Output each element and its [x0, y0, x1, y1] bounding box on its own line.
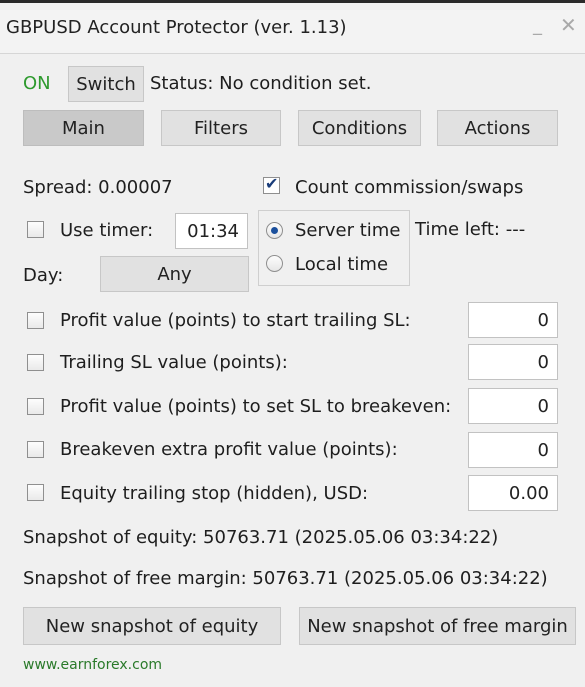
use-timer-checkbox[interactable]: [27, 221, 44, 238]
checkbox-box: [28, 442, 43, 457]
checkbox-box: [28, 355, 43, 370]
title-bar[interactable]: GBPUSD Account Protector (ver. 1.13) _ ✕: [0, 3, 585, 54]
equity-trailing-label: Equity trailing stop (hidden), USD:: [60, 483, 369, 504]
local-time-radio[interactable]: [266, 255, 283, 272]
switch-button[interactable]: Switch: [68, 66, 144, 102]
window-title: GBPUSD Account Protector (ver. 1.13): [6, 17, 347, 38]
tab-filters[interactable]: Filters: [161, 110, 281, 146]
checkbox-box: [28, 313, 43, 328]
breakeven-extra-label: Breakeven extra profit value (points):: [60, 439, 398, 460]
day-label: Day:: [23, 265, 64, 286]
checkbox-box: [28, 222, 43, 237]
trailing-sl-label: Trailing SL value (points):: [60, 352, 288, 373]
trailing-sl-input[interactable]: 0: [468, 344, 558, 380]
use-timer-label: Use timer:: [60, 220, 154, 241]
new-snapshot-equity-button[interactable]: New snapshot of equity: [23, 607, 281, 645]
day-selector-button[interactable]: Any: [100, 256, 249, 292]
tab-conditions[interactable]: Conditions: [298, 110, 421, 146]
timer-input[interactable]: 01:34: [175, 213, 248, 249]
radio-selected-dot: [271, 227, 278, 234]
close-icon[interactable]: ✕: [560, 13, 577, 37]
status-on-label: ON: [23, 73, 51, 94]
minimize-icon[interactable]: _: [533, 15, 542, 36]
time-left-label: Time left: ---: [415, 219, 526, 240]
start-trailing-checkbox[interactable]: [27, 312, 44, 329]
equity-trailing-input[interactable]: 0.00: [468, 475, 558, 511]
breakeven-extra-checkbox[interactable]: [27, 441, 44, 458]
equity-trailing-checkbox[interactable]: [27, 484, 44, 501]
start-trailing-input[interactable]: 0: [468, 302, 558, 338]
tab-main[interactable]: Main: [23, 110, 144, 146]
server-time-radio[interactable]: [266, 222, 283, 239]
breakeven-extra-input[interactable]: 0: [468, 432, 558, 468]
earnforex-link[interactable]: www.earnforex.com: [23, 657, 162, 673]
start-trailing-label: Profit value (points) to start trailing …: [60, 310, 411, 331]
breakeven-label: Profit value (points) to set SL to break…: [60, 396, 452, 417]
spread-label: Spread: 0.00007: [23, 177, 173, 198]
count-commission-checkbox[interactable]: ✔: [263, 174, 280, 194]
trailing-sl-checkbox[interactable]: [27, 354, 44, 371]
breakeven-input[interactable]: 0: [468, 388, 558, 424]
server-time-label: Server time: [295, 220, 401, 241]
new-snapshot-margin-button[interactable]: New snapshot of free margin: [299, 607, 576, 645]
checkbox-box: [28, 485, 43, 500]
check-icon: ✔: [265, 174, 279, 193]
count-commission-label: Count commission/swaps: [295, 177, 524, 198]
status-text: Status: No condition set.: [150, 73, 372, 94]
tab-actions[interactable]: Actions: [437, 110, 558, 146]
snapshot-margin-text: Snapshot of free margin: 50763.71 (2025.…: [23, 568, 548, 589]
snapshot-equity-text: Snapshot of equity: 50763.71 (2025.05.06…: [23, 527, 499, 548]
checkbox-box: [28, 399, 43, 414]
breakeven-checkbox[interactable]: [27, 398, 44, 415]
local-time-label: Local time: [295, 254, 389, 275]
